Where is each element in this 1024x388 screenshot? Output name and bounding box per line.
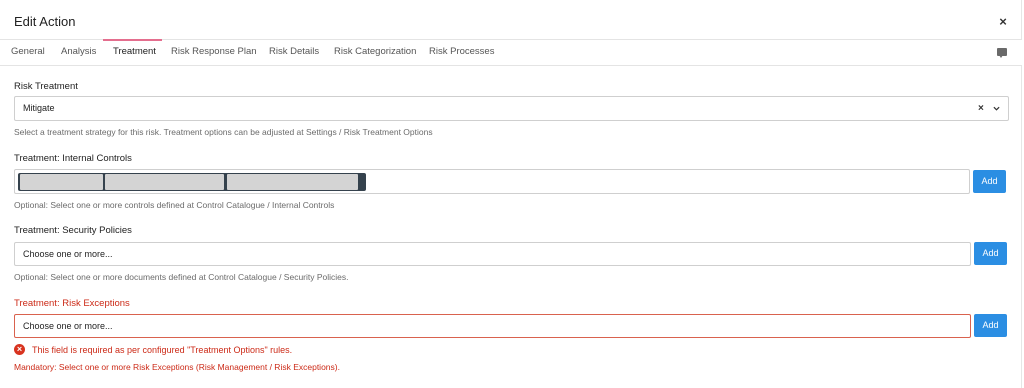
- risk-treatment-help: Select a treatment strategy for this ris…: [14, 127, 433, 137]
- selected-controls: [18, 173, 366, 191]
- modal-title: Edit Action: [14, 14, 76, 29]
- security-policies-placeholder: Choose one or more...: [23, 249, 113, 259]
- tab-risk-processes[interactable]: Risk Processes: [429, 46, 494, 57]
- tab-general[interactable]: General: [11, 46, 45, 57]
- edit-action-modal: Edit Action × General Analysis Treatment…: [0, 0, 1022, 388]
- selected-control-tag[interactable]: [20, 174, 103, 190]
- internal-controls-label: Treatment: Internal Controls: [14, 153, 132, 164]
- security-policies-help: Optional: Select one or more documents d…: [14, 272, 349, 282]
- add-internal-control-button[interactable]: Add: [973, 170, 1006, 193]
- risk-exceptions-help: Mandatory: Select one or more Risk Excep…: [14, 362, 340, 372]
- risk-treatment-select[interactable]: Mitigate ×: [14, 96, 1009, 121]
- active-tab-indicator: [103, 39, 162, 41]
- add-risk-exception-button[interactable]: Add: [974, 314, 1007, 337]
- tab-treatment[interactable]: Treatment: [113, 46, 156, 57]
- comments-icon[interactable]: [997, 48, 1007, 58]
- selected-control-tag[interactable]: [227, 174, 358, 190]
- risk-treatment-value: Mitigate: [23, 103, 55, 113]
- selected-control-tag[interactable]: [105, 174, 224, 190]
- internal-controls-help: Optional: Select one or more controls de…: [14, 200, 335, 210]
- clear-selection-icon[interactable]: ×: [978, 103, 984, 114]
- tab-bar: General Analysis Treatment Risk Response…: [0, 39, 1022, 66]
- add-security-policy-button[interactable]: Add: [974, 242, 1007, 265]
- risk-exceptions-placeholder: Choose one or more...: [23, 321, 113, 331]
- chevron-down-icon[interactable]: [993, 105, 1000, 112]
- tab-risk-response-plan[interactable]: Risk Response Plan: [171, 46, 257, 57]
- internal-controls-multiselect[interactable]: [14, 169, 970, 194]
- risk-exceptions-error-message: This field is required as per configured…: [32, 345, 293, 355]
- tab-risk-categorization[interactable]: Risk Categorization: [334, 46, 416, 57]
- risk-exceptions-multiselect[interactable]: Choose one or more...: [14, 314, 971, 338]
- security-policies-multiselect[interactable]: Choose one or more...: [14, 242, 971, 266]
- close-icon[interactable]: ×: [997, 15, 1009, 28]
- risk-exceptions-label: Treatment: Risk Exceptions: [14, 298, 130, 309]
- tab-analysis[interactable]: Analysis: [61, 46, 96, 57]
- risk-treatment-label: Risk Treatment: [14, 81, 78, 92]
- security-policies-label: Treatment: Security Policies: [14, 225, 132, 236]
- tab-risk-details[interactable]: Risk Details: [269, 46, 319, 57]
- error-icon: ×: [14, 344, 25, 355]
- modal-header: Edit Action ×: [0, 0, 1022, 39]
